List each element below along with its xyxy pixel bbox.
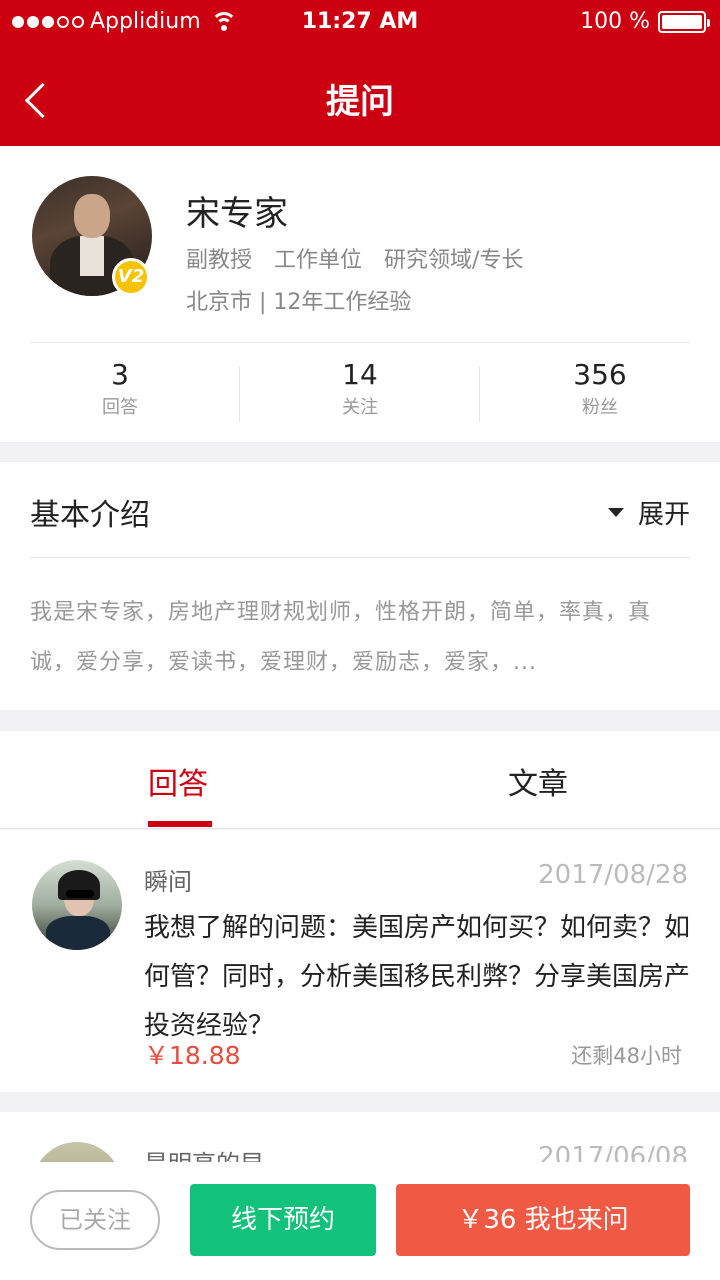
tab-articles[interactable]: 文章 [508, 759, 568, 803]
divider [30, 342, 690, 343]
time-remaining: 还剩48小时 [571, 1044, 682, 1068]
battery-percent: 100 % [580, 9, 650, 34]
stats-row: 3 回答 14 关注 356 粉丝 [0, 352, 720, 432]
stat-value: 3 [111, 358, 129, 391]
page-title: 提问 [326, 82, 394, 122]
expert-profile-page: Applidium 11:27 AM 100 % 提问 V2 宋专家 副教授 工… [0, 0, 720, 1280]
asker-avatar[interactable] [32, 860, 122, 950]
tab-answers[interactable]: 回答 [148, 759, 208, 803]
caret-down-icon [607, 508, 624, 517]
intro-section: 基本介绍 展开 我是宋专家，房地产理财规划师，性格开朗，简单，率真，真诚，爱分享… [0, 462, 720, 710]
stat-value: 14 [342, 358, 378, 391]
intro-heading: 基本介绍 [30, 498, 150, 533]
battery-icon [658, 10, 710, 33]
tag-title: 副教授 [186, 248, 253, 273]
active-tab-indicator [148, 821, 212, 827]
offline-booking-button[interactable]: 线下预约 [190, 1184, 376, 1256]
question-text: 我想了解的问题：美国房产如何买？如何卖？如何管？同时，分析美国移民利弊？分享美国… [144, 913, 691, 1041]
status-bar: Applidium 11:27 AM 100 % [0, 0, 720, 44]
stat-label: 粉丝 [582, 397, 618, 418]
expert-name: 宋专家 [186, 194, 288, 234]
ask-button[interactable]: ￥36 我也来问 [396, 1184, 690, 1256]
expert-location: 北京市 | 12年工作经验 [186, 290, 412, 315]
stat-label: 关注 [342, 397, 378, 418]
expand-label: 展开 [637, 500, 690, 530]
stat-following[interactable]: 14 关注 [240, 352, 480, 432]
question-price: ￥18.88 [144, 1041, 241, 1070]
nav-bar: 提问 [0, 52, 720, 146]
stat-fans[interactable]: 356 粉丝 [480, 352, 720, 432]
bottom-action-bar: 已关注 线下预约 ￥36 我也来问 [0, 1162, 720, 1280]
battery-group: 100 % [580, 9, 710, 34]
stat-value: 356 [573, 358, 627, 391]
stat-label: 回答 [102, 397, 138, 418]
expert-tags: 副教授 工作单位 研究领域/专长 [186, 242, 523, 274]
follow-button[interactable]: 已关注 [30, 1190, 160, 1250]
tag-field: 研究领域/专长 [384, 248, 524, 273]
list-item[interactable]: 瞬间 2017/08/28 我想了解的问题：美国房产如何买？如何卖？如何管？同时… [0, 830, 720, 1092]
expand-button[interactable]: 展开 [607, 494, 690, 531]
intro-text: 我是宋专家，房地产理财规划师，性格开朗，简单，率真，真诚，爱分享，爱读书，爱理财… [30, 600, 652, 675]
header: Applidium 11:27 AM 100 % 提问 [0, 0, 720, 146]
question-date: 2017/08/28 [538, 860, 688, 890]
verified-badge-icon: V2 [112, 258, 150, 296]
stat-answers[interactable]: 3 回答 [0, 352, 240, 432]
asker-name: 瞬间 [144, 868, 192, 896]
tag-employer: 工作单位 [274, 248, 363, 273]
profile-card: V2 宋专家 副教授 工作单位 研究领域/专长 北京市 | 12年工作经验 3 … [0, 146, 720, 442]
tab-bar: 回答 文章 [0, 731, 720, 829]
divider [30, 557, 690, 558]
